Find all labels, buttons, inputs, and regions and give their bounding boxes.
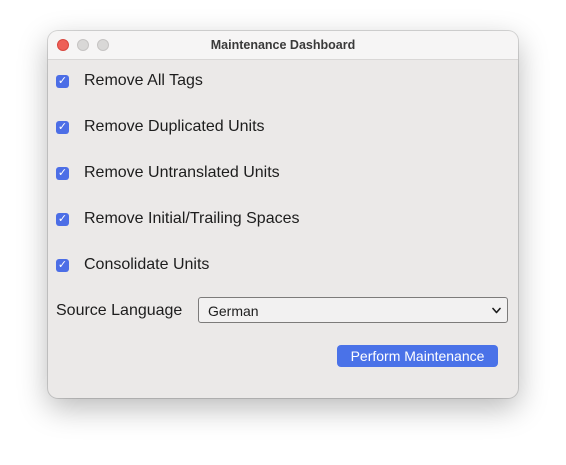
option-label: Consolidate Units: [84, 256, 210, 273]
checkbox-remove-duplicated-units[interactable]: ✓: [56, 120, 69, 134]
option-label: Remove Duplicated Units: [84, 118, 265, 135]
source-language-select[interactable]: German: [198, 297, 508, 323]
close-window-button[interactable]: [57, 39, 69, 51]
checkbox-remove-untranslated-units[interactable]: ✓: [56, 166, 69, 180]
option-remove-initial-trailing-spaces[interactable]: ✓ Remove Initial/Trailing Spaces: [56, 207, 300, 231]
option-remove-untranslated-units[interactable]: ✓ Remove Untranslated Units: [56, 161, 280, 185]
option-label: Remove Untranslated Units: [84, 164, 280, 181]
source-language-value: German: [208, 303, 259, 319]
option-label: Remove All Tags: [84, 72, 203, 89]
maintenance-dashboard-window: Maintenance Dashboard ✓ Remove All Tags …: [48, 31, 518, 398]
option-remove-all-tags[interactable]: ✓ Remove All Tags: [56, 69, 203, 93]
checkbox-remove-initial-trailing-spaces[interactable]: ✓: [56, 212, 69, 226]
zoom-window-button[interactable]: [97, 39, 109, 51]
option-remove-duplicated-units[interactable]: ✓ Remove Duplicated Units: [56, 115, 265, 139]
perform-maintenance-button[interactable]: Perform Maintenance: [337, 345, 498, 367]
minimize-window-button[interactable]: [77, 39, 89, 51]
window-title: Maintenance Dashboard: [210, 38, 356, 52]
checkbox-consolidate-units[interactable]: ✓: [56, 258, 69, 272]
source-language-label: Source Language: [56, 302, 183, 319]
chevron-down-icon: [492, 307, 501, 314]
title-bar[interactable]: Maintenance Dashboard: [48, 31, 518, 60]
option-label: Remove Initial/Trailing Spaces: [84, 210, 300, 227]
checkbox-remove-all-tags[interactable]: ✓: [56, 74, 69, 88]
option-consolidate-units[interactable]: ✓ Consolidate Units: [56, 253, 209, 277]
